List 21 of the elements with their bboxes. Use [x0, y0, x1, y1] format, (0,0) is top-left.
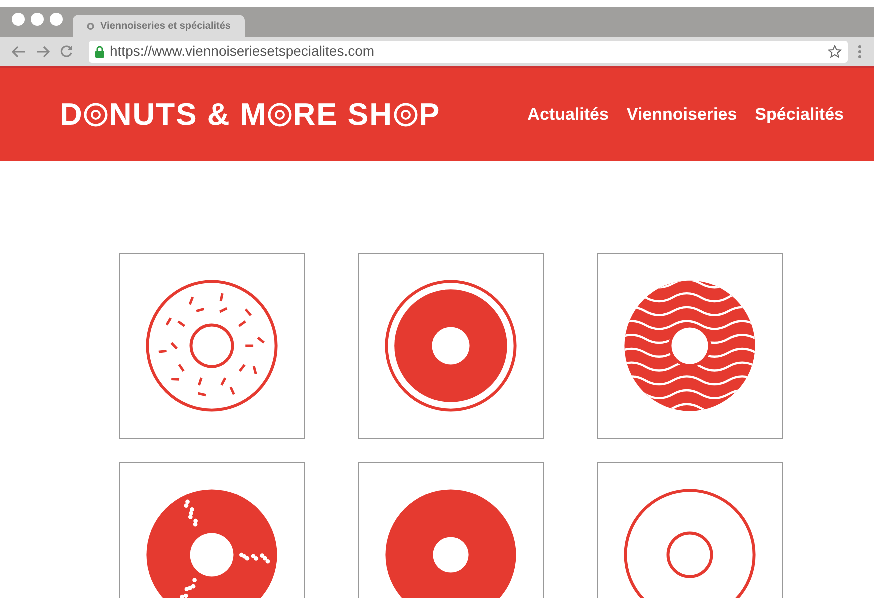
star-icon[interactable]: [828, 44, 842, 58]
menu-icon[interactable]: [858, 44, 862, 58]
nav-link[interactable]: Actualités: [528, 102, 609, 128]
reload-icon[interactable]: [60, 45, 73, 58]
globe-icon: [87, 22, 95, 30]
address-bar[interactable]: https://www.viennoiseriesetspecialites.com: [89, 40, 848, 62]
donut-icon: [268, 102, 292, 126]
tab-title: Viennoiseries et spécialités: [100, 20, 231, 34]
logo-text: RE SH: [293, 99, 393, 130]
nav-link[interactable]: Spécialités: [755, 102, 844, 128]
logo-text: P: [418, 99, 441, 130]
back-icon[interactable]: [12, 46, 26, 58]
donut-icon: [84, 102, 108, 126]
browser-tab[interactable]: Viennoiseries et spécialités: [73, 15, 245, 37]
logo-text: D: [60, 99, 84, 130]
logo-text: NUTS & M: [109, 99, 268, 130]
forward-icon[interactable]: [36, 46, 50, 58]
lock-icon: [95, 46, 105, 58]
donut-icon: [394, 102, 418, 126]
nav-link[interactable]: Viennoiseries: [626, 102, 738, 128]
url-text: https://www.viennoiseriesetspecialites.com: [110, 42, 376, 61]
